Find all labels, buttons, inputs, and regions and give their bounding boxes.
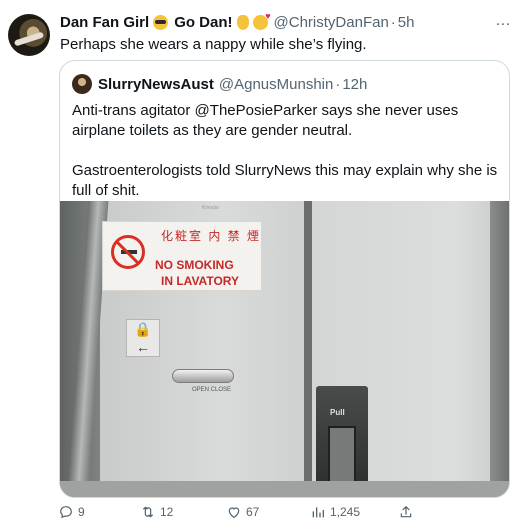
like-count: 67 — [246, 505, 260, 519]
tweet-time[interactable]: 5h — [398, 14, 415, 31]
reply-icon — [60, 506, 72, 519]
arrow-left-icon: ← — [136, 339, 150, 355]
small-label: Kinodai — [202, 205, 219, 211]
photo-floor — [60, 481, 509, 497]
quoted-time-separator: · — [335, 75, 341, 93]
quoted-author-handle: @AgnusMunshin — [218, 75, 334, 93]
like-button[interactable]: 67 — [226, 504, 259, 520]
share-icon — [400, 505, 412, 518]
tweet-header: Dan Fan Girl Go Dan! @ChristyDanFan · 5h — [60, 11, 516, 32]
views-count: 1,245 — [330, 505, 361, 519]
more-icon[interactable]: … — [495, 12, 512, 30]
quoted-paragraph-1: Anti-trans agitator @ThePosieParker says… — [72, 102, 459, 139]
quoted-tweet-time: 12h — [342, 75, 368, 93]
author-avatar[interactable] — [8, 14, 50, 56]
sunglasses-emoji-icon — [153, 14, 169, 30]
sign-line-1: NO SMOKING — [155, 258, 234, 272]
views-button[interactable]: 1,245 — [310, 504, 360, 520]
latch-label: OPEN CLOSE — [192, 387, 232, 393]
retweet-count: 12 — [160, 505, 174, 519]
pull-slot — [328, 426, 356, 484]
time-separator: · — [390, 13, 396, 31]
rock-hand-emoji-icon — [236, 14, 249, 30]
attached-photo[interactable]: Kinodai 化粧室 内 禁 煙 NO SMOKING IN LAVATORY… — [60, 201, 509, 497]
action-bar: 9 12 67 1,245 — [58, 504, 518, 524]
reply-button[interactable]: 9 — [58, 504, 85, 520]
sign-line-2: IN LAVATORY — [161, 274, 239, 288]
quoted-paragraph-2: Gastroenterologists told SlurryNews this… — [72, 162, 498, 199]
door-edge — [490, 201, 509, 497]
door-latch-handle — [172, 369, 234, 383]
retweet-icon — [142, 506, 154, 518]
sign-chinese-text: 化粧室 内 禁 煙 — [161, 229, 262, 243]
author-badge-text: Go Dan! — [174, 13, 233, 31]
views-icon — [312, 507, 324, 518]
pull-handle-plate: Pull — [316, 386, 368, 496]
retweet-button[interactable]: 12 — [140, 504, 173, 520]
pull-label: Pull — [330, 408, 345, 417]
quoted-author-avatar — [72, 74, 92, 94]
author-handle[interactable]: @ChristyDanFan — [274, 14, 389, 31]
quoted-tweet[interactable]: SlurryNewsAust @AgnusMunshin · 12h Anti-… — [59, 60, 510, 498]
author-name[interactable]: Dan Fan Girl — [60, 14, 149, 31]
no-smoking-icon — [111, 235, 145, 269]
quoted-tweet-text: Anti-trans agitator @ThePosieParker says… — [72, 101, 500, 201]
quoted-tweet-header: SlurryNewsAust @AgnusMunshin · 12h — [98, 74, 367, 94]
reply-count: 9 — [78, 505, 85, 519]
quoted-author-name: SlurryNewsAust — [98, 75, 214, 93]
like-icon — [228, 507, 240, 519]
smiling-hearts-emoji-icon — [252, 11, 271, 30]
share-button[interactable] — [398, 504, 414, 520]
lock-icon: 🔒 — [134, 321, 152, 337]
door-gap — [304, 201, 312, 497]
no-smoking-sign: 化粧室 内 禁 煙 NO SMOKING IN LAVATORY — [102, 221, 262, 291]
lock-plate: 🔒 ← — [126, 319, 160, 357]
tweet-text: Perhaps she wears a nappy while she’s fl… — [60, 36, 367, 53]
